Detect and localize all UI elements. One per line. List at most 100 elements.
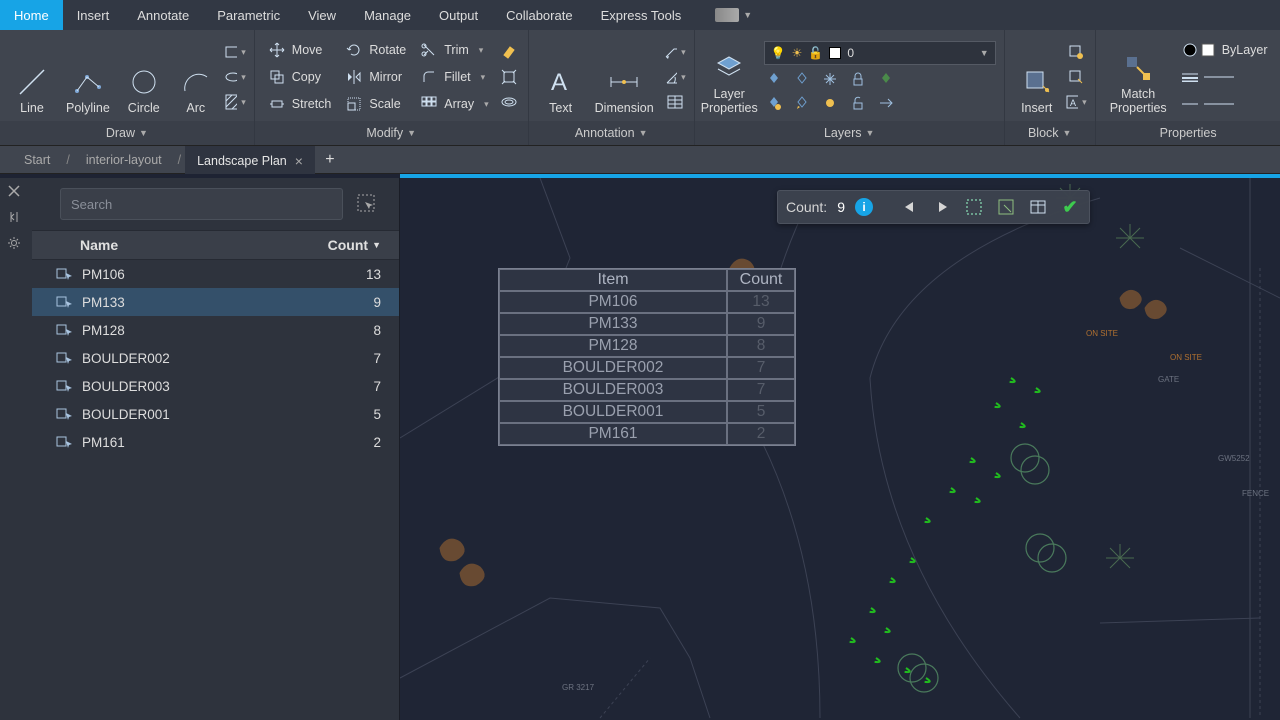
modify-trim-button[interactable]: Trim▾ — [415, 38, 493, 62]
modify-offset-button[interactable] — [498, 91, 520, 113]
draw-rectangle-button[interactable]: ▾ — [224, 41, 246, 63]
block-insert-button[interactable]: Insert — [1013, 37, 1061, 117]
layer-freeze-icon[interactable] — [820, 69, 840, 89]
doc-tab-interior-layout[interactable]: interior-layout — [74, 146, 174, 174]
layer-lock-icon[interactable] — [848, 69, 868, 89]
layer-off-icon[interactable] — [764, 69, 784, 89]
menu-insert[interactable]: Insert — [63, 0, 124, 30]
menu-featured-apps[interactable]: ▼ — [695, 0, 766, 30]
match-properties-button[interactable]: Match Properties — [1104, 37, 1173, 117]
menu-home[interactable]: Home — [0, 0, 63, 30]
draw-arc-button[interactable]: Arc — [172, 37, 220, 117]
layer-make-current-icon[interactable] — [876, 69, 896, 89]
add-tab-button[interactable]: + — [319, 149, 341, 171]
table-button[interactable] — [664, 91, 686, 113]
drawing-count-table[interactable]: ItemCount PM10613PM1339PM1288BOULDER0027… — [498, 268, 796, 446]
color-control[interactable]: ByLayer — [1177, 38, 1273, 62]
menu-manage[interactable]: Manage — [350, 0, 425, 30]
column-header-count[interactable]: Count▼ — [328, 237, 381, 253]
linetype-control[interactable] — [1177, 92, 1273, 116]
row-name: BOULDER003 — [82, 379, 357, 394]
close-panel-icon[interactable] — [7, 184, 25, 202]
layer-unlock-icon[interactable] — [848, 93, 868, 113]
dimension-button[interactable]: Dimension — [589, 37, 660, 117]
dtable-count: 13 — [727, 291, 795, 313]
zoom-selection-icon[interactable] — [995, 196, 1017, 218]
draw-ellipse-button[interactable]: ▾ — [224, 66, 246, 88]
confirm-icon[interactable]: ✔ — [1059, 196, 1081, 218]
angular-dim-button[interactable]: ▾ — [664, 66, 686, 88]
drawing-canvas[interactable]: ON SITE ON SITE GATE FENCE GW5252 GR 321… — [400, 178, 1280, 720]
count-row[interactable]: PM1288 — [32, 316, 399, 344]
svg-text:ON SITE: ON SITE — [1086, 329, 1118, 338]
leader-button[interactable]: ▾ — [664, 41, 686, 63]
next-button[interactable] — [931, 196, 953, 218]
ribbon-group-draw[interactable]: Draw▼ — [0, 121, 254, 145]
doc-tab-start[interactable]: Start — [12, 146, 62, 174]
layer-change-icon[interactable] — [876, 93, 896, 113]
text-button[interactable]: AText — [537, 37, 585, 117]
arc-icon — [181, 67, 211, 97]
doc-tab-landscape-plan[interactable]: Landscape Plan× — [185, 146, 315, 174]
count-row[interactable]: BOULDER0027 — [32, 344, 399, 372]
modify-stretch-button[interactable]: Stretch — [263, 92, 337, 116]
count-row[interactable]: PM1339 — [32, 288, 399, 316]
menu-view[interactable]: View — [294, 0, 350, 30]
modify-explode-button[interactable] — [498, 66, 520, 88]
block-attribute-icon[interactable]: A▾ — [1065, 91, 1087, 113]
dtable-item: BOULDER003 — [499, 379, 727, 401]
previous-button[interactable] — [899, 196, 921, 218]
select-objects-icon[interactable] — [355, 192, 379, 216]
draw-line-button[interactable]: Line — [8, 37, 56, 117]
count-row[interactable]: BOULDER0015 — [32, 400, 399, 428]
trim-icon — [420, 41, 438, 59]
modify-mirror-button[interactable]: Mirror — [340, 65, 411, 89]
layer-previous-icon[interactable] — [792, 93, 812, 113]
count-row[interactable]: PM1612 — [32, 428, 399, 456]
insert-count-field-icon[interactable] — [1027, 196, 1049, 218]
layer-match-icon[interactable] — [764, 93, 784, 113]
modify-fillet-button[interactable]: Fillet▾ — [415, 65, 493, 89]
select-similar-icon[interactable] — [963, 196, 985, 218]
close-icon[interactable]: × — [295, 153, 303, 169]
count-row[interactable]: BOULDER0037 — [32, 372, 399, 400]
panel-table-header: Name Count▼ — [32, 230, 399, 260]
search-input[interactable] — [60, 188, 343, 220]
count-row[interactable]: PM10613 — [32, 260, 399, 288]
modify-erase-button[interactable] — [498, 41, 520, 63]
draw-polyline-button[interactable]: Polyline — [60, 37, 116, 117]
menu-express-tools[interactable]: Express Tools — [587, 0, 696, 30]
panel-rail — [0, 178, 32, 720]
row-count: 2 — [357, 435, 381, 450]
dtable-count: 7 — [727, 379, 795, 401]
layer-iso-icon[interactable] — [792, 69, 812, 89]
ribbon-group-block[interactable]: Block▼ — [1005, 121, 1095, 145]
ribbon-group-modify[interactable]: Modify▼ — [255, 121, 528, 145]
block-create-icon[interactable] — [1065, 41, 1087, 63]
ribbon-group-layers[interactable]: Layers▼ — [695, 121, 1004, 145]
menu-output[interactable]: Output — [425, 0, 492, 30]
menu-parametric[interactable]: Parametric — [203, 0, 294, 30]
row-name: BOULDER001 — [82, 407, 357, 422]
block-edit-icon[interactable] — [1065, 66, 1087, 88]
layer-thaw-icon[interactable] — [820, 93, 840, 113]
modify-scale-button[interactable]: Scale — [340, 92, 411, 116]
modify-move-button[interactable]: Move — [263, 38, 337, 62]
lineweight-control[interactable] — [1177, 65, 1273, 89]
move-icon — [268, 41, 286, 59]
column-header-name[interactable]: Name — [80, 237, 328, 253]
collapse-panel-icon[interactable] — [7, 210, 25, 228]
menu-collaborate[interactable]: Collaborate — [492, 0, 587, 30]
layer-properties-button[interactable]: Layer Properties — [703, 37, 756, 117]
settings-icon[interactable] — [7, 236, 25, 254]
menu-annotate[interactable]: Annotate — [123, 0, 203, 30]
modify-rotate-button[interactable]: Rotate — [340, 38, 411, 62]
info-icon[interactable]: i — [855, 198, 873, 216]
ribbon-group-annotation[interactable]: Annotation▼ — [529, 121, 694, 145]
layer-dropdown[interactable]: 💡 ☀ 🔓 0 ▼ — [764, 41, 996, 65]
draw-circle-button[interactable]: Circle — [120, 37, 168, 117]
modify-array-button[interactable]: Array▾ — [415, 92, 493, 116]
modify-copy-button[interactable]: Copy — [263, 65, 337, 89]
draw-hatch-button[interactable]: ▾ — [224, 91, 246, 113]
lightbulb-icon: 💡 — [771, 46, 786, 60]
